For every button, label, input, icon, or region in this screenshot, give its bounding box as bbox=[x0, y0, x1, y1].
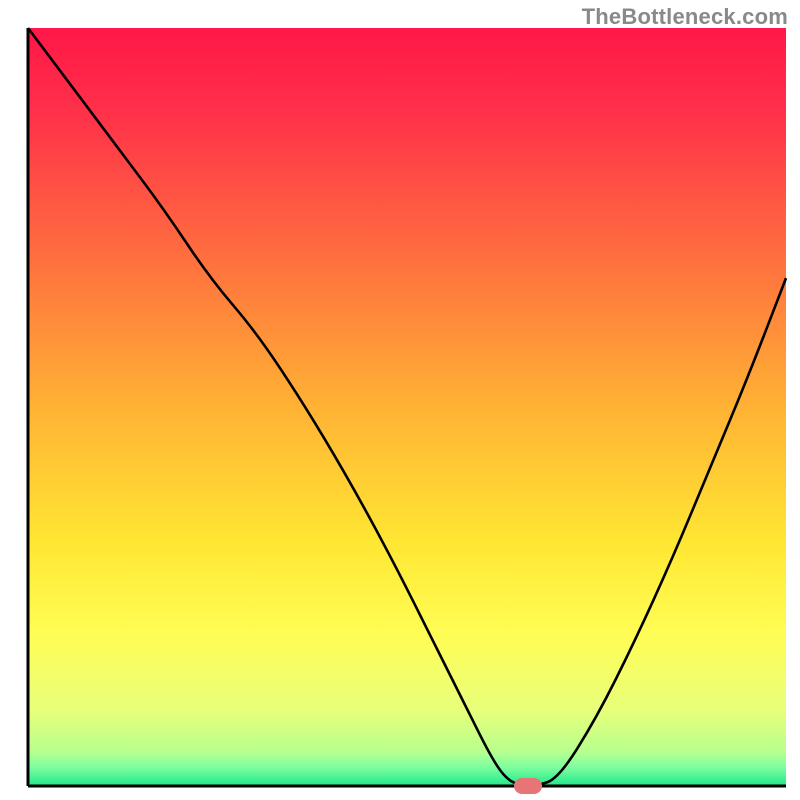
bottleneck-chart bbox=[0, 0, 800, 800]
optimal-point-marker bbox=[514, 778, 542, 794]
gradient-background bbox=[28, 28, 786, 786]
watermark-text: TheBottleneck.com bbox=[582, 4, 788, 30]
chart-container: TheBottleneck.com bbox=[0, 0, 800, 800]
